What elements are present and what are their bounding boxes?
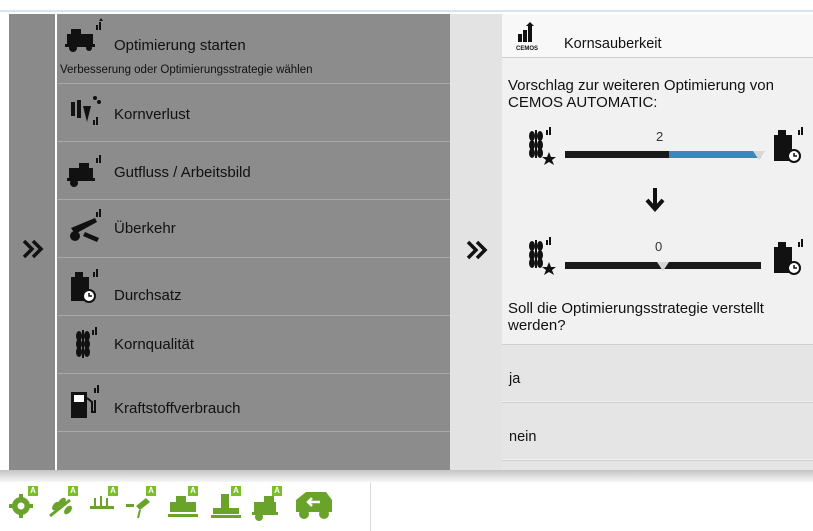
menu-item-label: Kornverlust (114, 106, 190, 123)
menu-header[interactable]: Optimierung starten (57, 14, 450, 61)
auto-badge: A (188, 486, 198, 496)
combine-return-icon (296, 492, 332, 519)
auto-badge: A (68, 486, 78, 496)
menu-item-gutfluss[interactable]: Gutfluss / Arbeitsbild (57, 141, 450, 198)
expand-dialog-button[interactable] (450, 14, 502, 482)
cemos-icon: CEMOS (516, 22, 538, 52)
slider-current-value: 2 (656, 129, 664, 144)
menu-title: Optimierung starten (114, 37, 246, 54)
throughput-weight-icon (774, 239, 803, 275)
cutterbar-auto-button[interactable]: A (86, 484, 120, 522)
option-ja-button[interactable]: ja (502, 344, 813, 401)
unloading-auto-button[interactable]: A (250, 484, 284, 522)
arrow-down-icon (645, 188, 665, 212)
menu-item-label: Gutfluss / Arbeitsbild (114, 164, 251, 181)
auto-badge: A (146, 486, 156, 496)
back-panel-button[interactable] (9, 14, 55, 482)
crop-flow-icon (67, 155, 101, 187)
fuel-pump-icon (71, 385, 99, 418)
returns-icon (70, 209, 101, 242)
slider-current-thumb (753, 151, 765, 160)
slider-current-fill (668, 151, 761, 158)
menu-item-label: Kraftstoffverbrauch (114, 400, 241, 417)
option-label: nein (509, 429, 537, 445)
cleaning-auto-button[interactable]: A (166, 484, 200, 522)
screen: Optimierung starten Verbesserung oder Op… (0, 0, 813, 531)
cemos-icon-label: CEMOS (516, 46, 538, 52)
grain-quality-star-icon (529, 127, 556, 165)
bottom-toolbar (0, 482, 813, 531)
slider-proposed (565, 262, 761, 271)
menu-subtitle: Verbesserung oder Optimierungsstrategie … (60, 64, 313, 76)
menu-item-label: Durchsatz (114, 287, 182, 304)
settings-auto-button[interactable]: A (6, 484, 40, 522)
double-chevron-right-icon (466, 240, 488, 260)
menu-item-label: Kornqualität (114, 336, 195, 353)
menu-item-label: Überkehr (114, 220, 176, 237)
menu-item-kraftstoff[interactable]: Kraftstoffverbrauch (57, 373, 450, 430)
combine-optimize-icon (65, 18, 103, 52)
auto-badge: A (272, 486, 282, 496)
dialog-title: Kornsauberkeit (564, 36, 662, 52)
auto-badge: A (28, 486, 38, 496)
slider-proposed-value: 0 (655, 239, 663, 254)
grain-quality-star-icon (529, 237, 556, 275)
threshing-auto-button[interactable]: A (124, 484, 158, 522)
slider-proposed-thumb (657, 262, 669, 271)
bottom-separator (370, 482, 371, 531)
menu-item-kornverlust[interactable]: Kornverlust (57, 83, 450, 140)
auto-badge: A (231, 486, 241, 496)
option-label: ja (509, 371, 521, 387)
grain-quality-icon (76, 327, 97, 358)
slider-current (565, 151, 765, 160)
double-chevron-right-icon (22, 239, 44, 259)
throughput-weight-icon (71, 269, 98, 303)
option-nein-button[interactable]: nein (502, 402, 813, 459)
menu-item-durchsatz[interactable]: Durchsatz (57, 257, 450, 314)
optimization-menu: Optimierung starten Verbesserung oder Op… (57, 14, 450, 482)
menu-item-kornqualitaet[interactable]: Kornqualität (57, 315, 450, 372)
dialog-header: CEMOS Kornsauberkeit (502, 14, 813, 58)
throughput-weight-icon (774, 127, 803, 163)
auto-badge: A (108, 486, 118, 496)
grain-loss-icon (71, 96, 101, 125)
crop-auto-button[interactable]: A (46, 484, 80, 522)
proposal-text: Vorschlag zur weiteren Optimierung von C… (508, 77, 774, 111)
top-divider (0, 10, 813, 12)
separation-auto-button[interactable]: A (209, 484, 243, 522)
menu-item-ueberkehr[interactable]: Überkehr (57, 199, 450, 256)
question-text: Soll die Optimierungsstrategie verstellt… (508, 300, 764, 334)
optimization-dialog: CEMOS Kornsauberkeit Vorschlag zur weite… (502, 14, 813, 482)
combine-return-button[interactable] (292, 484, 336, 522)
